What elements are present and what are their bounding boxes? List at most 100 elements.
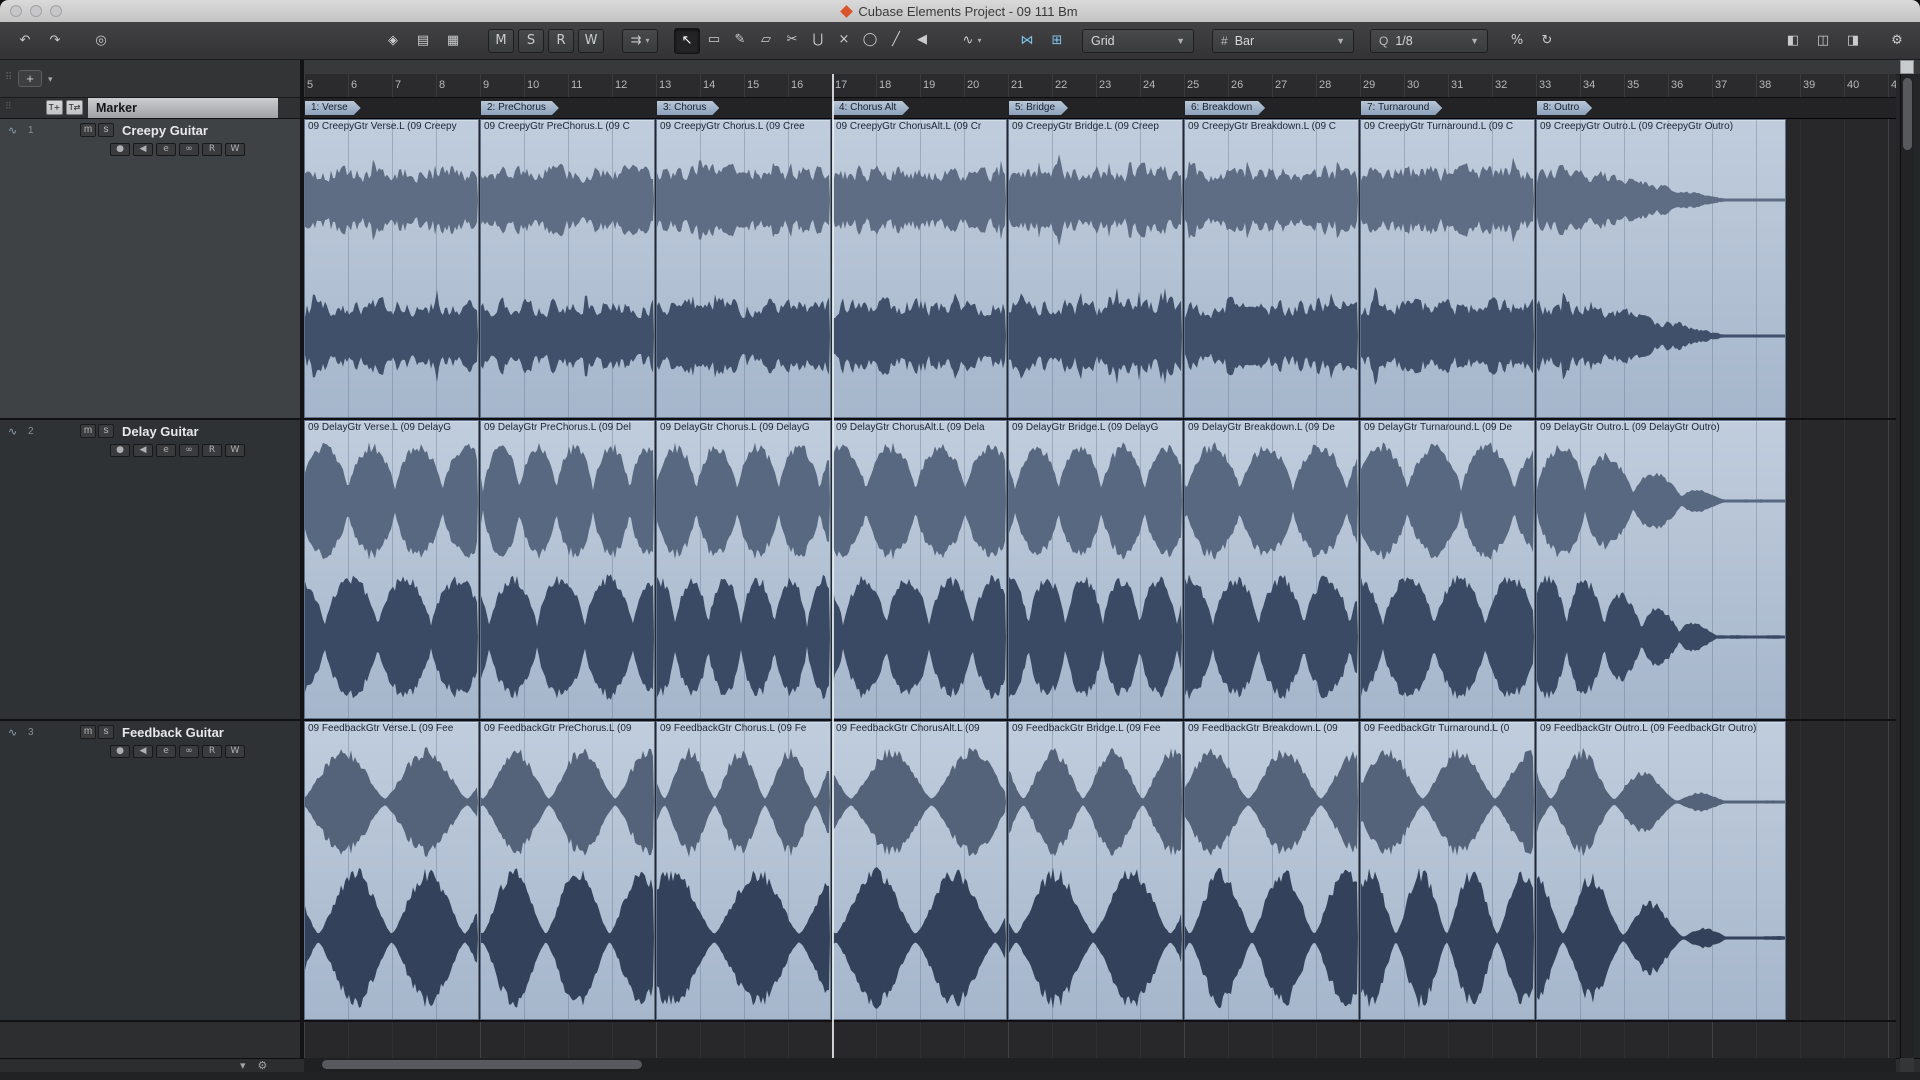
glue-tool[interactable]: ⋃ <box>806 28 830 52</box>
track-solo-button[interactable]: s <box>98 725 114 739</box>
marker-flag[interactable]: 5: Bridge <box>1009 101 1068 115</box>
iterative-quantize-button[interactable]: % <box>1504 29 1530 53</box>
mute-tool[interactable]: × <box>832 28 856 52</box>
edit-channel-button[interactable]: e <box>156 745 176 758</box>
write-automation-button[interactable]: W <box>225 745 245 758</box>
track-mute-button[interactable]: m <box>80 123 96 137</box>
quantize-panel-button[interactable]: ↻ <box>1534 29 1560 53</box>
read-automation-button[interactable]: R <box>202 143 222 156</box>
audio-event[interactable]: 09 FeedbackGtr Bridge.L (09 Fee <box>1008 721 1183 1020</box>
audio-event[interactable]: 09 FeedbackGtr Turnaround.L (0 <box>1360 721 1535 1020</box>
marker-flag[interactable]: 3: Chorus <box>657 101 719 115</box>
audio-event[interactable]: 09 CreepyGtr PreChorus.L (09 C <box>480 119 655 418</box>
add-marker-button[interactable]: T+ <box>46 100 63 115</box>
audio-event[interactable]: 09 CreepyGtr Breakdown.L (09 C <box>1184 119 1359 418</box>
timeline-ruler[interactable]: 5678910111213141516171819202122232425262… <box>304 74 1896 98</box>
chevron-down-icon[interactable]: ▾ <box>240 1059 246 1072</box>
read-automation-button[interactable]: R <box>202 444 222 457</box>
autoscroll-button[interactable]: ⇉ ▾ <box>622 29 658 53</box>
track-header[interactable]: ∿2msDelay Guitar●◀e∞RW <box>0 420 300 721</box>
record-enable-button[interactable]: ● <box>110 444 130 457</box>
edit-channel-button[interactable]: e <box>156 143 176 156</box>
draw-tool[interactable]: ✎ <box>728 28 752 52</box>
setup-toolbar-gear-button[interactable]: ⚙ <box>1884 29 1910 53</box>
constrain-delay-compensation-button[interactable]: ◎ <box>88 29 114 53</box>
track-name[interactable]: Delay Guitar <box>122 424 199 439</box>
audio-event[interactable]: 09 CreepyGtr Bridge.L (09 Creep <box>1008 119 1183 418</box>
event-display-area[interactable]: 09 CreepyGtr Verse.L (09 Creepy09 Creepy… <box>304 119 1896 1058</box>
marker-track-header[interactable]: ⠿ T+ T⇄ Marker <box>0 98 300 119</box>
marker-flag[interactable]: 1: Verse <box>305 101 361 115</box>
audio-event[interactable]: 09 DelayGtr ChorusAlt.L (09 Dela <box>832 420 1007 719</box>
audio-event[interactable]: 09 FeedbackGtr Chorus.L (09 Fe <box>656 721 831 1020</box>
track-header[interactable]: ∿1msCreepy Guitar●◀e∞RW <box>0 119 300 420</box>
play-tool[interactable]: ◀ <box>910 28 934 52</box>
ruler-options-button[interactable] <box>1900 60 1914 74</box>
track-lane[interactable]: 09 FeedbackGtr Verse.L (09 Fee09 Feedbac… <box>304 721 1896 1022</box>
write-automation-button[interactable]: W <box>225 444 245 457</box>
object-selection-tool[interactable]: ↖ <box>674 28 700 54</box>
audio-event[interactable]: 09 CreepyGtr Verse.L (09 Creepy <box>304 119 479 418</box>
show-right-zone-button[interactable]: ◨ <box>1840 29 1866 53</box>
track-name[interactable]: Creepy Guitar <box>122 123 208 138</box>
audio-event[interactable]: 09 DelayGtr Verse.L (09 DelayG <box>304 420 479 719</box>
bypass-inserts-button[interactable]: ∞ <box>179 444 199 457</box>
read-automation-button[interactable]: R <box>202 745 222 758</box>
marker-flag[interactable]: 7: Turnaround <box>1361 101 1442 115</box>
vertical-scrollbar-thumb[interactable] <box>1903 78 1912 150</box>
audio-event[interactable]: 09 DelayGtr Turnaround.L (09 De <box>1360 420 1535 719</box>
write-all-automation-button[interactable]: W <box>578 29 604 53</box>
audio-event[interactable]: 09 FeedbackGtr Breakdown.L (09 <box>1184 721 1359 1020</box>
marker-flag[interactable]: 4: Chorus Alt <box>833 101 909 115</box>
track-lane[interactable]: 09 DelayGtr Verse.L (09 DelayG09 DelayGt… <box>304 420 1896 721</box>
add-cycle-marker-button[interactable]: T⇄ <box>66 100 83 115</box>
setup-window-layout-button[interactable]: ▤ <box>410 29 436 53</box>
snap-type-button[interactable]: ⊞ <box>1044 29 1070 53</box>
split-tool[interactable]: ✂ <box>780 28 804 52</box>
record-enable-button[interactable]: ● <box>110 745 130 758</box>
bypass-inserts-button[interactable]: ∞ <box>179 143 199 156</box>
mute-all-button[interactable]: M <box>488 29 514 53</box>
audio-event[interactable]: 09 CreepyGtr Outro.L (09 CreepyGtr Outro… <box>1536 119 1786 418</box>
track-lane[interactable]: 09 CreepyGtr Verse.L (09 Creepy09 Creepy… <box>304 119 1896 420</box>
marker-flag[interactable]: 6: Breakdown <box>1185 101 1265 115</box>
snap-on-off-button[interactable]: ⋈ <box>1014 29 1040 53</box>
record-enable-button[interactable]: ● <box>110 143 130 156</box>
audio-event[interactable]: 09 DelayGtr Bridge.L (09 DelayG <box>1008 420 1183 719</box>
read-all-automation-button[interactable]: R <box>548 29 574 53</box>
horizontal-scrollbar[interactable] <box>304 1058 1896 1072</box>
project-cursor[interactable] <box>832 74 834 1058</box>
track-list-splitter[interactable] <box>300 60 304 1072</box>
audio-event[interactable]: 09 DelayGtr Breakdown.L (09 De <box>1184 420 1359 719</box>
grid-mode-select[interactable]: Grid ▼ <box>1082 29 1194 53</box>
track-mute-button[interactable]: m <box>80 424 96 438</box>
edit-channel-button[interactable]: e <box>156 444 176 457</box>
audio-event[interactable]: 09 DelayGtr Outro.L (09 DelayGtr Outro) <box>1536 420 1786 719</box>
undo-button[interactable]: ↶ <box>12 29 38 53</box>
show-left-zone-button[interactable]: ◧ <box>1780 29 1806 53</box>
monitor-button[interactable]: ◀ <box>133 143 153 156</box>
zoom-tool[interactable]: ◯ <box>858 28 882 52</box>
erase-tool[interactable]: ▱ <box>754 28 778 52</box>
add-track-button[interactable]: + <box>18 70 42 87</box>
bypass-inserts-button[interactable]: ∞ <box>179 745 199 758</box>
monitor-button[interactable]: ◀ <box>133 444 153 457</box>
line-tool[interactable]: ╱ <box>884 28 908 52</box>
track-mute-button[interactable]: m <box>80 725 96 739</box>
show-lower-zone-button[interactable]: ◫ <box>1810 29 1836 53</box>
marker-flag[interactable]: 2: PreChorus <box>481 101 559 115</box>
grid-type-select[interactable]: # Bar ▼ <box>1212 29 1354 53</box>
monitor-button[interactable]: ◀ <box>133 745 153 758</box>
audio-event[interactable]: 09 CreepyGtr Chorus.L (09 Cree <box>656 119 831 418</box>
audio-event[interactable]: 09 DelayGtr PreChorus.L (09 Del <box>480 420 655 719</box>
chevron-down-icon[interactable]: ▾ <box>48 74 53 85</box>
audio-event[interactable]: 09 FeedbackGtr ChorusAlt.L (09 <box>832 721 1007 1020</box>
marker-flag[interactable]: 8: Outro <box>1537 101 1592 115</box>
audio-event[interactable]: 09 CreepyGtr ChorusAlt.L (09 Cr <box>832 119 1007 418</box>
track-name[interactable]: Feedback Guitar <box>122 725 224 740</box>
audio-event[interactable]: 09 FeedbackGtr Outro.L (09 FeedbackGtr O… <box>1536 721 1786 1020</box>
activate-project-button[interactable]: ◈ <box>380 29 406 53</box>
horizontal-scrollbar-thumb[interactable] <box>322 1060 642 1069</box>
write-automation-button[interactable]: W <box>225 143 245 156</box>
audio-event[interactable]: 09 CreepyGtr Turnaround.L (09 C <box>1360 119 1535 418</box>
